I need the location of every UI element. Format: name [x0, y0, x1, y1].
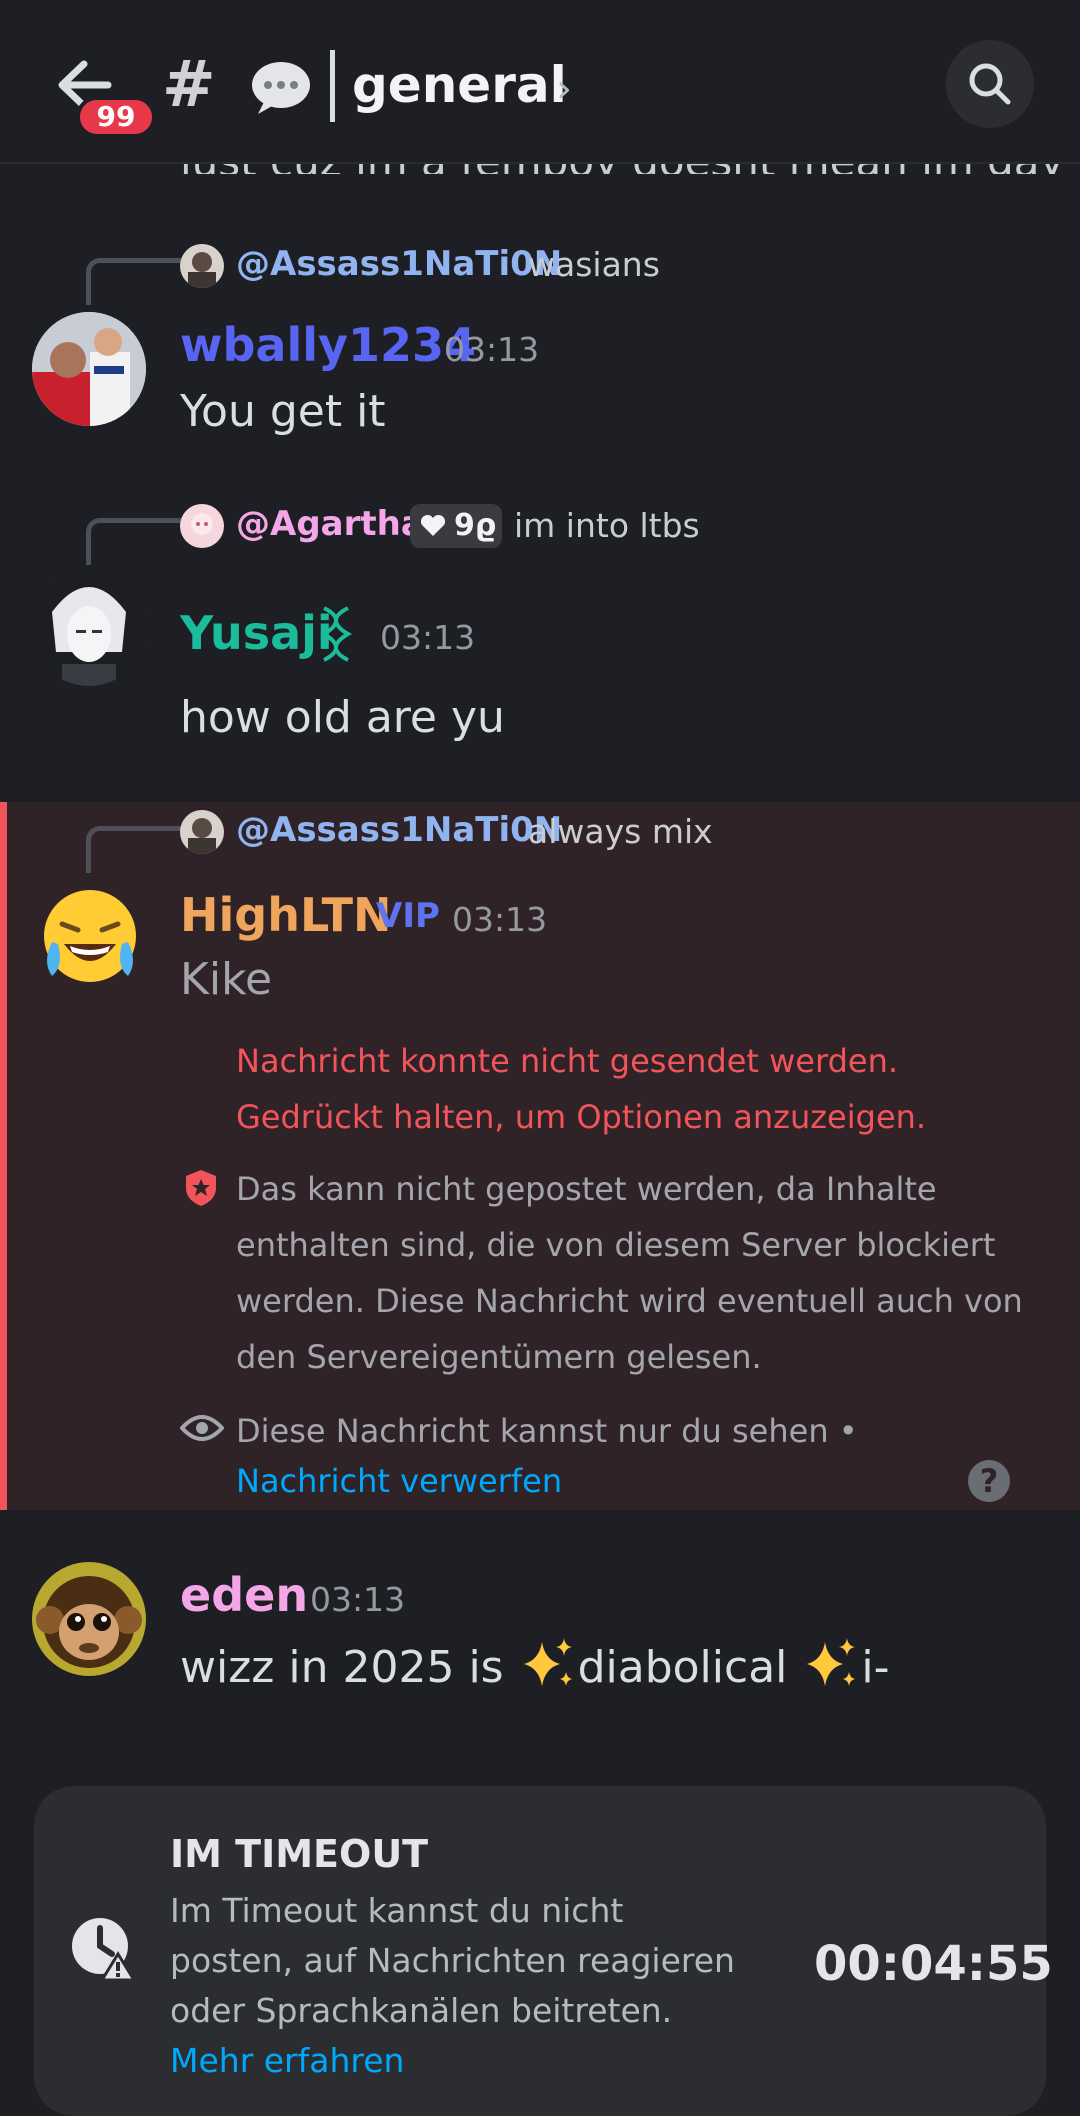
reply-text[interactable]: im into ltbs [514, 506, 700, 545]
blocked-content-line: Das kann nicht gepostet werden, da Inhal… [236, 1170, 937, 1208]
username[interactable]: wbally1234 [180, 318, 476, 372]
message-text[interactable]: wizz in 2025 is diabolical i- [180, 1636, 889, 1693]
username[interactable]: Yusaji [180, 606, 333, 660]
reply-connector [86, 258, 181, 305]
sparkles-icon [807, 1638, 856, 1686]
timeout-description: Im Timeout kannst du nicht posten, auf N… [170, 1886, 750, 2086]
message-text[interactable]: how old are yu [180, 692, 505, 743]
speech-bubble-icon [252, 62, 310, 114]
reply-avatar[interactable] [180, 244, 224, 288]
timeout-countdown: 00:04:55 [814, 1936, 1053, 1992]
only-you-notice: Diese Nachricht kannst nur du sehen • [236, 1412, 858, 1450]
message-text-part: diabolical [577, 1642, 802, 1693]
reply-mention[interactable]: @Assass1NaTi0N [236, 810, 562, 850]
timeout-description-text: Im Timeout kannst du nicht posten, auf N… [170, 1891, 735, 2030]
avatar[interactable] [32, 1562, 146, 1676]
send-error-line: Nachricht konnte nicht gesendet werden. [236, 1042, 899, 1080]
timestamp: 03:13 [380, 618, 476, 657]
eye-icon [180, 1415, 224, 1441]
timeout-title: IM TIMEOUT [170, 1832, 429, 1876]
timestamp: 03:13 [310, 1580, 406, 1619]
learn-more-link[interactable]: Mehr erfahren [170, 2041, 404, 2080]
message-text-part: wizz in 2025 is [180, 1642, 518, 1693]
dna-role-icon [320, 606, 352, 662]
message-text[interactable]: You get it [180, 386, 386, 437]
vip-role-tag: VIP [376, 896, 440, 936]
shield-icon [186, 1170, 216, 1206]
blocked-content-line: werden. Diese Nachricht wird eventuell a… [236, 1282, 1023, 1320]
timeout-clock-icon [72, 1918, 137, 1982]
sparkles-icon [523, 1638, 572, 1686]
blocked-content-line: den Servereigentümern gelesen. [236, 1338, 762, 1376]
message-text-part: i- [861, 1642, 890, 1693]
timeout-banner: IM TIMEOUT Im Timeout kannst du nicht po… [34, 1786, 1053, 2116]
reply-connector [86, 826, 181, 873]
laughing-emoji-avatar[interactable] [38, 886, 142, 990]
timestamp: 03:13 [452, 900, 548, 939]
title-divider [330, 50, 335, 122]
server-tag-text: 9ϱ [454, 508, 497, 543]
search-button[interactable] [946, 40, 1034, 128]
blocked-content-line: enthalten sind, die von diesem Server bl… [236, 1226, 996, 1264]
chevron-right-icon[interactable]: › [556, 66, 572, 112]
send-error-line: Gedrückt halten, um Optionen anzuzeigen. [236, 1098, 927, 1136]
reply-avatar[interactable] [180, 810, 224, 854]
unread-badge: 99 [76, 96, 156, 138]
avatar[interactable] [32, 572, 146, 686]
discard-message-link[interactable]: Nachricht verwerfen [236, 1462, 562, 1500]
timestamp: 03:13 [444, 330, 540, 369]
reply-mention[interactable]: @Agartha [236, 504, 424, 544]
channel-hash-icon: # [162, 48, 216, 122]
message-text[interactable]: Kike [180, 954, 272, 1005]
reply-mention[interactable]: @Assass1NaTi0N [236, 244, 562, 284]
reply-connector [86, 518, 181, 565]
avatar[interactable] [32, 312, 146, 426]
reply-text[interactable]: always mix [528, 812, 713, 851]
channel-title[interactable]: general [352, 56, 567, 114]
username[interactable]: eden [180, 1568, 308, 1622]
server-tag[interactable]: 9ϱ [410, 504, 502, 548]
search-icon [969, 63, 1011, 105]
reply-avatar[interactable] [180, 504, 224, 548]
reply-text[interactable]: wasians [528, 245, 660, 284]
heart-icon [420, 514, 446, 536]
help-icon[interactable]: ? [968, 1460, 1010, 1502]
username[interactable]: HighLTN [180, 888, 392, 942]
channel-header: 99 # general › [0, 0, 1080, 164]
